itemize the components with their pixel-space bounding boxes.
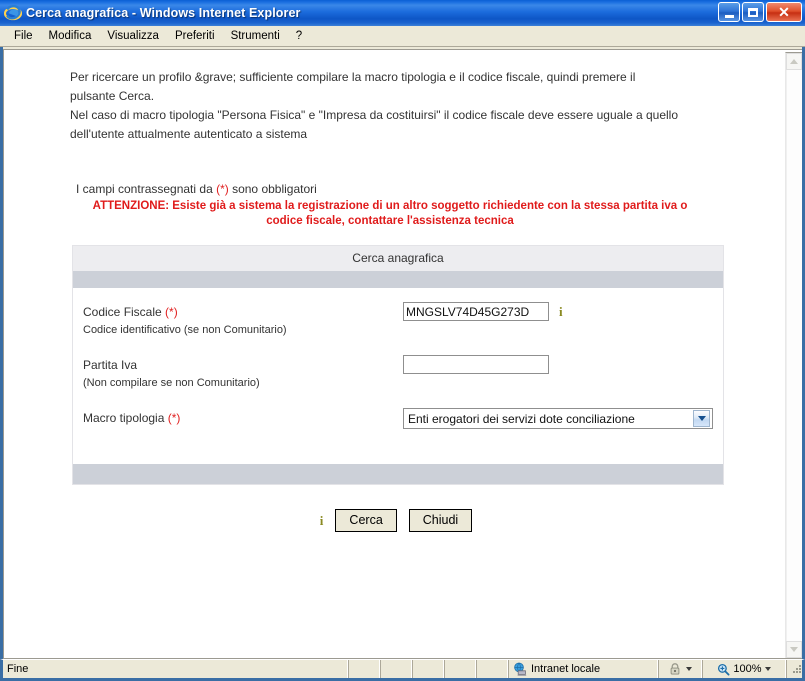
resize-grip-icon: [791, 663, 803, 675]
vertical-scrollbar[interactable]: [785, 52, 802, 658]
chevron-down-icon[interactable]: [764, 667, 771, 671]
window-controls: ✕: [718, 2, 802, 22]
info-icon[interactable]: i: [559, 305, 563, 318]
codice-fiscale-required-marker: (*): [165, 305, 178, 319]
zoom-pane[interactable]: 100%: [702, 660, 786, 678]
status-spacer-5: [476, 660, 508, 678]
intro-line-2: pulsante Cerca.: [70, 89, 155, 103]
status-bar: Fine Intranet locale 100%: [0, 659, 805, 681]
scroll-down-button[interactable]: [786, 641, 802, 658]
form-panel-header: Cerca anagrafica: [73, 246, 723, 271]
intro-line-4: dell'utente attualmente autenticato a si…: [70, 127, 308, 141]
required-marker: (*): [216, 182, 229, 196]
scroll-up-button[interactable]: [786, 53, 802, 70]
partita-iva-field-group: [403, 355, 549, 374]
form-row-codice-fiscale: Codice Fiscale (*) Codice identificativo…: [73, 302, 723, 339]
status-spacer-4: [444, 660, 476, 678]
partita-iva-label: Partita Iva (Non compilare se non Comuni…: [83, 355, 403, 392]
form-row-partita-iva: Partita Iva (Non compilare se non Comuni…: [73, 355, 723, 392]
zoom-magnifier-icon: [717, 663, 730, 676]
chevron-down-icon[interactable]: [693, 410, 710, 427]
search-button[interactable]: Cerca: [335, 509, 397, 532]
form-footer-band: [73, 464, 723, 484]
macro-tipologia-field-group: Enti erogatori dei servizi dote concilia…: [403, 408, 713, 429]
intro-line-3: Nel caso di macro tipologia "Persona Fis…: [70, 108, 679, 122]
client-area: Per ricercare un profilo &grave; suffici…: [0, 47, 805, 659]
macro-tipologia-required-marker: (*): [167, 411, 181, 425]
window-title: Cerca anagrafica - Windows Internet Expl…: [26, 6, 301, 20]
warning-line-1: ATTENZIONE: Esiste già a sistema la regi…: [92, 200, 688, 212]
status-spacer-3: [412, 660, 444, 678]
macro-tipologia-label-text: Macro tipologia: [83, 411, 165, 425]
close-icon: ✕: [778, 4, 790, 20]
menu-item-help[interactable]: ?: [288, 28, 310, 45]
browser-window: Cerca anagrafica - Windows Internet Expl…: [0, 0, 805, 681]
close-button[interactable]: ✕: [766, 2, 802, 22]
status-spacer-1: [348, 660, 380, 678]
security-settings-pane[interactable]: [658, 660, 702, 678]
chevron-up-icon: [790, 59, 798, 64]
security-lock-icon: [668, 662, 682, 676]
menu-item-visualizza[interactable]: Visualizza: [99, 28, 167, 45]
menu-item-preferiti[interactable]: Preferiti: [167, 28, 223, 45]
status-spacer-2: [380, 660, 412, 678]
security-zone-pane[interactable]: Intranet locale: [508, 660, 658, 678]
chevron-down-icon: [790, 647, 798, 652]
partita-iva-input[interactable]: [403, 355, 549, 374]
form-row-macro-tipologia: Macro tipologia (*) Enti erogatori dei s…: [73, 408, 723, 438]
menu-bar: File Modifica Visualizza Preferiti Strum…: [0, 26, 805, 47]
codice-fiscale-sublabel: Codice identificativo (se non Comunitari…: [83, 324, 287, 336]
intro-text: Per ricercare un profilo &grave; suffici…: [70, 68, 710, 144]
partita-iva-label-text: Partita Iva: [83, 358, 138, 372]
zoom-level-label: 100%: [733, 663, 762, 675]
codice-fiscale-field-group: i: [403, 302, 563, 321]
required-fields-note: I campi contrassegnati da (*) sono obbli…: [76, 182, 730, 196]
required-note-prefix: I campi contrassegnati da: [76, 182, 217, 196]
title-bar: Cerca anagrafica - Windows Internet Expl…: [0, 0, 805, 26]
page-inner: Per ricercare un profilo &grave; suffici…: [4, 68, 730, 532]
status-text: Fine: [7, 663, 29, 675]
intro-line-1: Per ricercare un profilo &grave; suffici…: [70, 70, 636, 84]
page-content: Per ricercare un profilo &grave; suffici…: [4, 50, 785, 658]
macro-tipologia-selected-value: Enti erogatori dei servizi dote concilia…: [408, 411, 635, 426]
menu-item-file[interactable]: File: [6, 28, 41, 45]
required-note-suffix: sono obbligatori: [228, 182, 317, 196]
form-body: Codice Fiscale (*) Codice identificativo…: [73, 288, 723, 448]
codice-fiscale-input[interactable]: [403, 302, 549, 321]
close-form-button[interactable]: Chiudi: [408, 509, 473, 532]
minimize-button[interactable]: [718, 2, 740, 22]
warning-message: ATTENZIONE: Esiste già a sistema la regi…: [70, 199, 710, 229]
chevron-down-icon[interactable]: [686, 667, 692, 671]
warning-line-2: codice fiscale, contattare l'assistenza …: [266, 215, 514, 227]
menu-item-modifica[interactable]: Modifica: [41, 28, 100, 45]
scrollbar-track[interactable]: [786, 70, 802, 641]
search-form-panel: Cerca anagrafica Codice Fiscale (*) Codi…: [72, 245, 724, 485]
macro-tipologia-label: Macro tipologia (*): [83, 408, 403, 427]
partita-iva-sublabel: (Non compilare se non Comunitario): [83, 377, 260, 389]
intranet-zone-icon: [513, 662, 527, 676]
macro-tipologia-select[interactable]: Enti erogatori dei servizi dote concilia…: [403, 408, 713, 429]
status-text-pane: Fine: [3, 660, 348, 678]
maximize-button[interactable]: [742, 2, 764, 22]
internet-explorer-icon: [3, 4, 23, 22]
security-zone-label: Intranet locale: [531, 663, 601, 675]
resize-grip[interactable]: [786, 660, 802, 678]
menu-item-strumenti[interactable]: Strumenti: [223, 28, 288, 45]
form-actions: i Cerca Chiudi: [70, 509, 722, 532]
codice-fiscale-label-text: Codice Fiscale: [83, 305, 162, 319]
document-frame: Per ricercare un profilo &grave; suffici…: [3, 49, 802, 659]
codice-fiscale-label: Codice Fiscale (*) Codice identificativo…: [83, 302, 403, 339]
form-header-band: [73, 271, 723, 288]
actions-info-icon[interactable]: i: [320, 514, 324, 527]
